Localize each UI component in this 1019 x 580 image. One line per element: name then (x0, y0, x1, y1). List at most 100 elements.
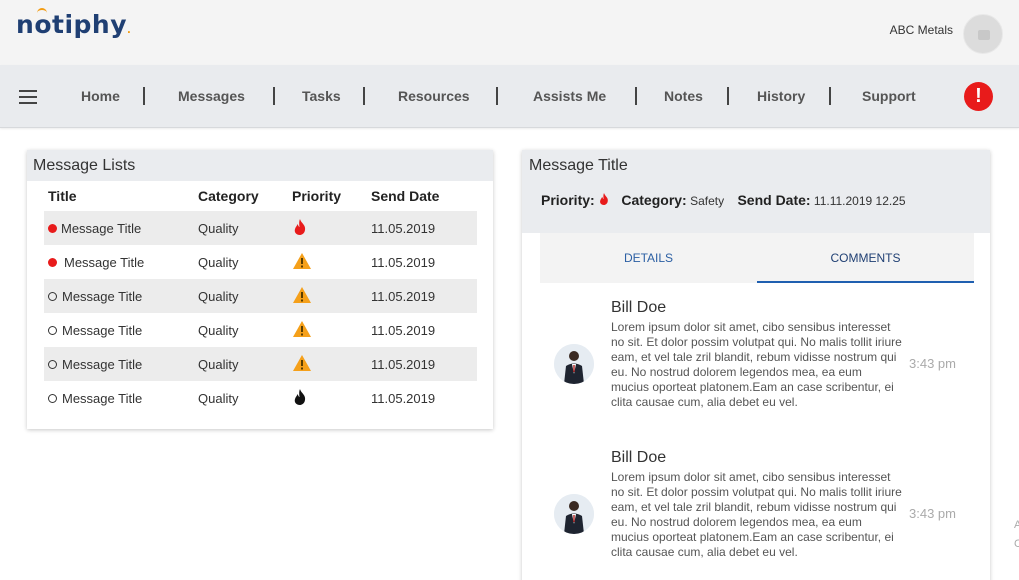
commenter-name: Bill Doe (611, 299, 667, 316)
alert-icon[interactable]: ! (964, 82, 993, 111)
unread-dot-icon (48, 257, 57, 267)
comment-text: Lorem ipsum dolor sit amet, cibo sensibu… (611, 320, 902, 409)
category-label: Category: (621, 192, 687, 208)
warning-icon (293, 320, 311, 337)
detail-tabs: DETAILS COMMENTS (540, 233, 974, 283)
col-category[interactable]: Category (194, 181, 288, 211)
fire-icon (294, 218, 306, 235)
message-list-title: Message Lists (27, 150, 493, 181)
nav-history[interactable]: History (757, 88, 805, 104)
row-title: Message Title (64, 254, 145, 270)
row-category: Quality (198, 254, 239, 270)
row-title-cell[interactable]: Message Title (44, 279, 194, 313)
nav-home[interactable]: Home (81, 88, 120, 104)
edge-fragment: C (1014, 538, 1019, 550)
tab-details[interactable]: DETAILS (540, 233, 757, 283)
nav-divider (143, 87, 145, 105)
row-category: Quality (198, 322, 239, 338)
col-priority[interactable]: Priority (288, 181, 367, 211)
table-row[interactable]: Message Title Quality 11.05.2019 (44, 347, 477, 381)
row-priority (288, 313, 367, 347)
commenter-avatar (554, 344, 594, 384)
priority-label: Priority: (541, 192, 595, 208)
row-title: Message Title (62, 356, 143, 372)
row-date: 11.05.2019 (367, 279, 477, 313)
nav-divider (727, 87, 729, 105)
comment-time: 3:43 pm (909, 506, 956, 521)
table-row[interactable]: Message Title Quality 11.05.2019 (44, 245, 477, 279)
nav-tasks[interactable]: Tasks (302, 88, 341, 104)
nav-divider (363, 87, 365, 105)
send-date-value: 11.11.2019 12.25 (813, 194, 906, 208)
table-row[interactable]: Message Title Quality 11.05.2019 (44, 313, 477, 347)
row-category: Quality (194, 211, 288, 245)
warning-icon (293, 354, 311, 371)
table-header-row: Title Category Priority Send Date (44, 181, 477, 211)
nav-divider (496, 87, 498, 105)
row-category: Quality (194, 347, 288, 381)
nav-resources[interactable]: Resources (398, 88, 470, 104)
person-avatar-icon (554, 494, 594, 534)
unread-dot-icon (48, 223, 57, 233)
category-value: Safety (690, 194, 725, 208)
message-list-card: Message Lists Title Category Priority Se… (27, 150, 493, 429)
row-title: Message Title (62, 322, 143, 338)
comment-item: Bill Doe Lorem ipsum dolor sit amet, cib… (554, 449, 974, 579)
detail-header: Message Title Priority: Category: Safety… (522, 150, 990, 233)
row-category: Quality (198, 390, 239, 406)
row-priority (288, 347, 367, 381)
nav-messages[interactable]: Messages (178, 88, 245, 104)
table-row[interactable]: Message Title Quality 11.05.2019 (44, 381, 477, 415)
row-title-cell[interactable]: Message Title (44, 381, 194, 415)
nav-notes[interactable]: Notes (664, 88, 703, 104)
read-circle-icon (48, 393, 57, 403)
comment-item: Bill Doe Lorem ipsum dolor sit amet, cib… (554, 299, 974, 429)
row-date: 11.05.2019 (367, 347, 477, 381)
row-priority (288, 279, 367, 313)
row-title-cell[interactable]: Message Title (44, 245, 194, 279)
row-date: 11.05.2019 (371, 390, 436, 406)
message-detail-panel: Message Title Priority: Category: Safety… (522, 150, 990, 580)
read-circle-icon (48, 291, 57, 301)
send-date-label: Send Date: (737, 192, 811, 208)
row-date: 11.05.2019 (371, 254, 436, 270)
col-send-date[interactable]: Send Date (367, 181, 477, 211)
fire-icon (294, 388, 306, 405)
comment-text: Lorem ipsum dolor sit amet, cibo sensibu… (611, 470, 902, 559)
comment-time: 3:43 pm (909, 356, 956, 371)
user-avatar[interactable] (963, 14, 1003, 54)
main-nav: Home Messages Tasks Resources Assists Me… (0, 65, 1019, 128)
nav-divider (273, 87, 275, 105)
notiphy-logo[interactable]: notiphy. (16, 8, 131, 39)
row-title: Message Title (62, 288, 143, 304)
nav-divider (635, 87, 637, 105)
commenter-avatar (554, 494, 594, 534)
row-title: Message Title (62, 390, 143, 406)
table-row[interactable]: Message Title Quality 11.05.2019 (44, 279, 477, 313)
tab-comments[interactable]: COMMENTS (757, 233, 974, 283)
message-table: Title Category Priority Send Date Messag… (44, 181, 477, 415)
row-title-cell[interactable]: Message Title (44, 211, 194, 245)
nav-divider (829, 87, 831, 105)
nav-support[interactable]: Support (862, 88, 916, 104)
row-title-cell[interactable]: Message Title (44, 347, 194, 381)
company-name: ABC Metals (889, 23, 953, 37)
person-avatar-icon (554, 344, 594, 384)
table-row[interactable]: Message Title Quality 11.05.2019 (44, 211, 477, 245)
detail-title: Message Title (529, 157, 628, 174)
row-date: 11.05.2019 (371, 322, 436, 338)
row-category: Quality (194, 279, 288, 313)
row-date: 11.05.2019 (367, 211, 477, 245)
fire-icon (600, 193, 608, 205)
read-circle-icon (48, 359, 57, 369)
row-title: Message Title (61, 220, 142, 236)
top-bar: notiphy. ABC Metals (0, 0, 1019, 65)
row-priority (288, 245, 367, 279)
hamburger-menu-icon[interactable] (19, 90, 37, 104)
read-circle-icon (48, 325, 57, 335)
col-title[interactable]: Title (44, 181, 194, 211)
nav-assists-me[interactable]: Assists Me (533, 88, 606, 104)
row-title-cell[interactable]: Message Title (44, 313, 194, 347)
row-priority (288, 211, 367, 245)
commenter-name: Bill Doe (611, 449, 667, 466)
